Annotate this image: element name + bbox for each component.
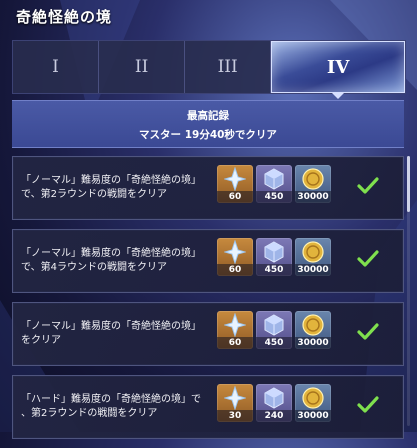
difficulty-tabs: I II III IV: [12, 40, 406, 99]
checkmark-icon: [357, 176, 379, 200]
mission-description: 「ノーマル」難易度の「奇絶怪絶の境」 で、第2ラウンドの戦闘をクリア: [21, 174, 221, 202]
record-detail: マスター 19分40秒でクリア: [139, 129, 277, 141]
checkmark-icon: [357, 249, 379, 273]
tab-3[interactable]: III: [185, 41, 272, 93]
reward-amount: 30000: [295, 410, 331, 422]
reward-item[interactable]: 30000: [295, 165, 331, 203]
reward-item[interactable]: 450: [256, 311, 292, 349]
mission-description: 「ハード」難易度の「奇絶怪絶の境」で 、第2ラウンドの戦闘をクリア: [21, 393, 221, 421]
mission-card: 「ノーマル」難易度の「奇絶怪絶の境」 で、第2ラウンドの戦闘をクリア 60 450 30…: [12, 156, 404, 220]
mission-card: 「ノーマル」難易度の「奇絶怪絶の境」 をクリア 60 450 30000: [12, 302, 404, 366]
mission-line-2: で、第2ラウンドの戦闘をクリア: [21, 189, 167, 200]
mission-card: 「ノーマル」難易度の「奇絶怪絶の境」 で、第4ラウンドの戦闘をクリア 60 450 30…: [12, 229, 404, 293]
reward-amount: 60: [217, 191, 253, 203]
record-heading: 最高記録: [187, 110, 229, 122]
mission-card: 「ハード」難易度の「奇絶怪絶の境」で 、第2ラウンドの戦闘をクリア 30 240 300…: [12, 375, 404, 439]
scrollbar[interactable]: [407, 156, 410, 426]
reward-amount: 240: [256, 410, 292, 422]
reward-item[interactable]: 30: [217, 384, 253, 422]
reward-item[interactable]: 60: [217, 238, 253, 276]
mission-line-1: 「ハード」難易度の「奇絶怪絶の境」で: [21, 394, 201, 405]
reward-item[interactable]: 240: [256, 384, 292, 422]
reward-amount: 60: [217, 337, 253, 349]
tab-2[interactable]: II: [99, 41, 186, 93]
reward-amount: 450: [256, 191, 292, 203]
mission-description: 「ノーマル」難易度の「奇絶怪絶の境」 をクリア: [21, 320, 221, 348]
mission-description: 「ノーマル」難易度の「奇絶怪絶の境」 で、第4ラウンドの戦闘をクリア: [21, 247, 221, 275]
checkmark-icon: [357, 395, 379, 419]
reward-amount: 30000: [295, 264, 331, 276]
page-title: 奇絶怪絶の境: [16, 8, 113, 26]
reward-item[interactable]: 30000: [295, 311, 331, 349]
reward-amount: 450: [256, 264, 292, 276]
checkmark-icon: [357, 322, 379, 346]
mission-line-2: をクリア: [21, 335, 61, 346]
reward-list: 60 450 30000: [217, 165, 331, 203]
reward-list: 60 450 30000: [217, 311, 331, 349]
best-record-banner: 最高記録 マスター 19分40秒でクリア: [12, 100, 404, 148]
reward-amount: 450: [256, 337, 292, 349]
mission-line-1: 「ノーマル」難易度の「奇絶怪絶の境」: [21, 321, 201, 332]
reward-list: 60 450 30000: [217, 238, 331, 276]
tab-1[interactable]: I: [13, 41, 100, 93]
scrollbar-thumb[interactable]: [407, 156, 410, 212]
mission-list: 「ノーマル」難易度の「奇絶怪絶の境」 で、第2ラウンドの戦闘をクリア 60 450 30…: [12, 156, 404, 448]
mission-line-2: 、第2ラウンドの戦闘をクリア: [21, 408, 158, 419]
reward-item[interactable]: 60: [217, 311, 253, 349]
reward-amount: 30000: [295, 191, 331, 203]
mission-line-1: 「ノーマル」難易度の「奇絶怪絶の境」: [21, 175, 201, 186]
reward-item[interactable]: 450: [256, 165, 292, 203]
reward-list: 30 240 30000: [217, 384, 331, 422]
reward-item[interactable]: 30000: [295, 238, 331, 276]
reward-item[interactable]: 60: [217, 165, 253, 203]
reward-amount: 30: [217, 410, 253, 422]
reward-amount: 30000: [295, 337, 331, 349]
reward-item[interactable]: 30000: [295, 384, 331, 422]
reward-item[interactable]: 450: [256, 238, 292, 276]
tab-4[interactable]: IV: [271, 41, 406, 99]
reward-amount: 60: [217, 264, 253, 276]
mission-line-2: で、第4ラウンドの戦闘をクリア: [21, 262, 167, 273]
mission-line-1: 「ノーマル」難易度の「奇絶怪絶の境」: [21, 248, 201, 259]
